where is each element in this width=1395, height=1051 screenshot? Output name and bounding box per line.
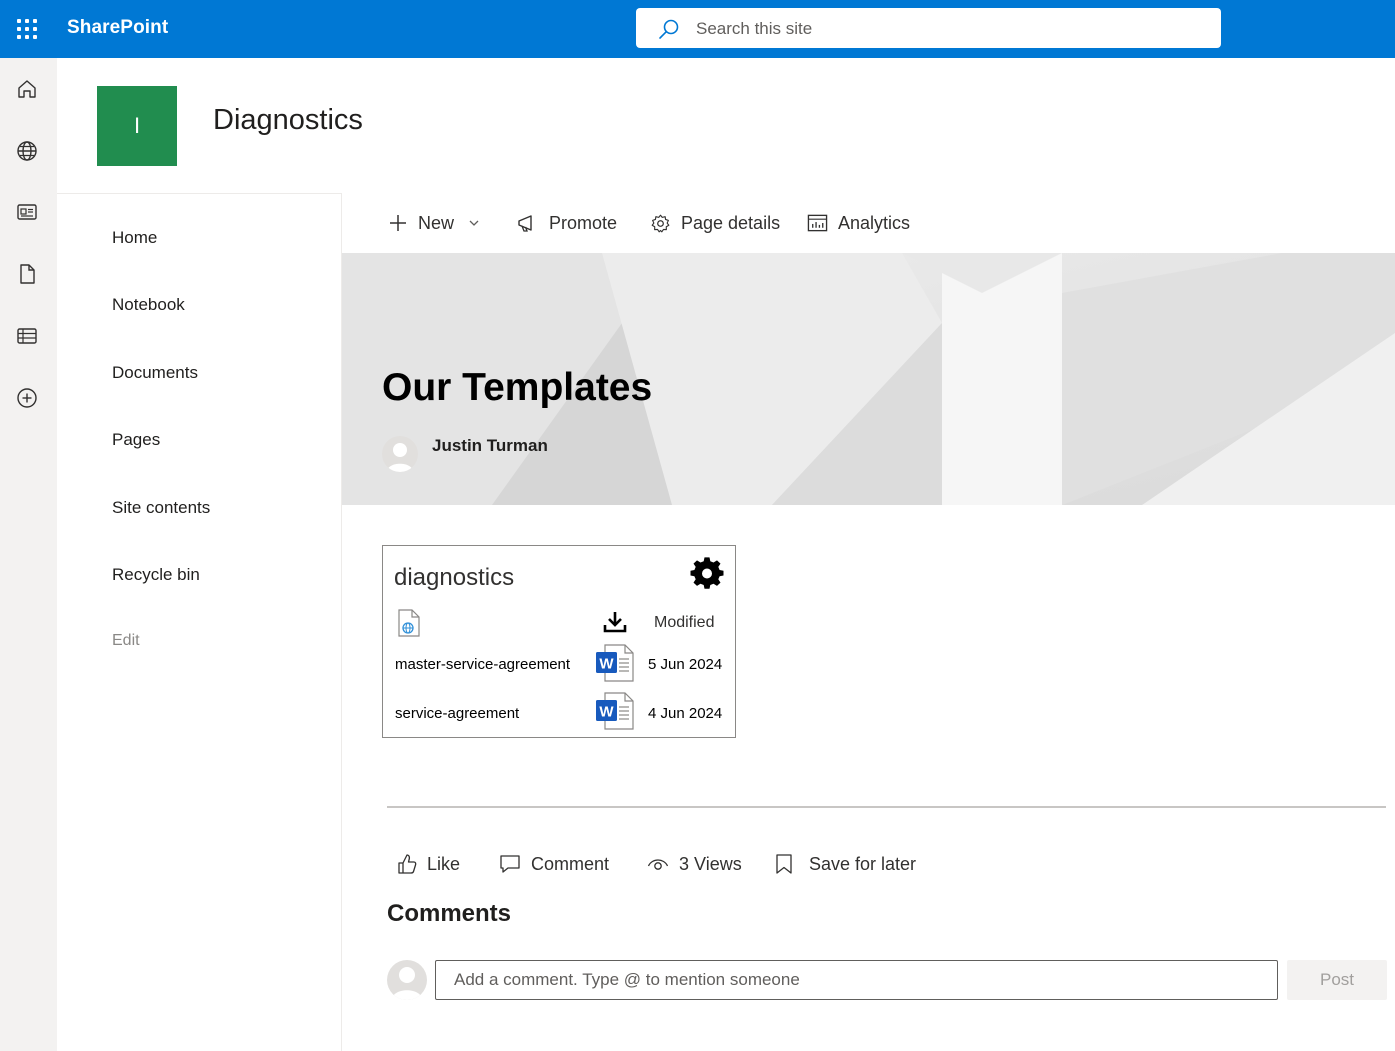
- document-webpart: diagnostics Modified master-service-agre…: [382, 545, 736, 738]
- nav-item-notebook[interactable]: Notebook: [112, 295, 185, 315]
- list-icon[interactable]: [15, 324, 39, 348]
- site-title[interactable]: Diagnostics: [213, 104, 363, 137]
- page-title: Our Templates: [382, 366, 653, 409]
- svg-text:W: W: [599, 704, 614, 721]
- svg-text:W: W: [599, 656, 614, 673]
- web-file-icon: [398, 609, 420, 637]
- like-button[interactable]: Like: [397, 851, 460, 877]
- home-icon[interactable]: [15, 77, 39, 101]
- site-logo[interactable]: I: [97, 86, 177, 166]
- author-avatar[interactable]: [382, 436, 418, 472]
- analytics-button[interactable]: Analytics: [807, 210, 910, 236]
- settings-gear-icon[interactable]: [690, 557, 724, 591]
- nav-item-site-contents[interactable]: Site contents: [112, 498, 210, 518]
- person-icon: [392, 967, 422, 1000]
- current-user-avatar: [387, 960, 427, 1000]
- author-name[interactable]: Justin Turman: [432, 436, 548, 456]
- webpart-title: diagnostics: [394, 564, 515, 591]
- file-icon[interactable]: [15, 262, 39, 286]
- save-for-later-label: Save for later: [809, 853, 917, 874]
- chevron-down-icon: [469, 220, 479, 226]
- word-icon[interactable]: W: [595, 692, 635, 730]
- plus-icon: [390, 215, 406, 231]
- comment-input[interactable]: [435, 960, 1278, 1000]
- globe-icon[interactable]: [15, 139, 39, 163]
- comments-heading: Comments: [387, 900, 512, 927]
- page-details-button[interactable]: Page details: [650, 210, 780, 236]
- download-icon[interactable]: [603, 610, 627, 634]
- nav-edit-link[interactable]: Edit: [112, 632, 140, 650]
- like-label: Like: [427, 853, 461, 874]
- suite-bar: SharePoint Search this site: [0, 0, 1395, 58]
- eye-icon: [647, 859, 669, 870]
- gear-icon: [651, 214, 670, 232]
- divider: [387, 806, 1386, 808]
- nav-item-pages[interactable]: Pages: [112, 430, 160, 450]
- site-logo-letter: I: [133, 113, 141, 138]
- analytics-icon: [807, 214, 828, 232]
- add-icon[interactable]: [15, 386, 39, 410]
- brand-link[interactable]: SharePoint: [67, 17, 168, 39]
- search-icon: [659, 19, 679, 39]
- search-placeholder: Search this site: [696, 19, 813, 38]
- search-box[interactable]: Search this site: [636, 8, 1221, 48]
- modified-date: 5 Jun 2024: [648, 656, 723, 673]
- modified-column-header[interactable]: Modified: [654, 614, 714, 632]
- megaphone-icon: [518, 215, 532, 232]
- views-label: 3 Views: [679, 853, 742, 874]
- nav-item-documents[interactable]: Documents: [112, 363, 198, 383]
- nav-item-home[interactable]: Home: [112, 228, 157, 248]
- document-link-master-service-agreement[interactable]: master-service-agreement: [395, 656, 570, 673]
- comment-label: Comment: [531, 853, 610, 874]
- promote-button-label: Promote: [549, 212, 618, 233]
- new-button-label: New: [418, 212, 455, 233]
- app-bar: [0, 58, 57, 1051]
- left-navigation: Home Notebook Documents Pages Site conte…: [57, 193, 342, 1051]
- modified-date: 4 Jun 2024: [648, 705, 723, 722]
- page-details-button-label: Page details: [681, 212, 781, 233]
- post-button[interactable]: Post: [1287, 960, 1387, 1000]
- new-button[interactable]: New: [388, 210, 480, 236]
- thumbs-up-icon: [398, 854, 417, 874]
- bookmark-icon: [776, 854, 792, 874]
- news-icon[interactable]: [15, 200, 39, 224]
- document-link-service-agreement[interactable]: service-agreement: [395, 705, 519, 722]
- person-icon: [387, 443, 413, 472]
- comment-icon: [500, 855, 520, 873]
- analytics-button-label: Analytics: [838, 212, 911, 233]
- promote-button[interactable]: Promote: [517, 210, 617, 236]
- save-for-later-button[interactable]: Save for later: [774, 851, 916, 877]
- views-count: 3 Views: [647, 851, 742, 877]
- comment-button[interactable]: Comment: [499, 851, 609, 877]
- app-launcher-icon[interactable]: [14, 16, 40, 42]
- nav-item-recycle-bin[interactable]: Recycle bin: [112, 565, 200, 585]
- word-icon[interactable]: W: [595, 644, 635, 682]
